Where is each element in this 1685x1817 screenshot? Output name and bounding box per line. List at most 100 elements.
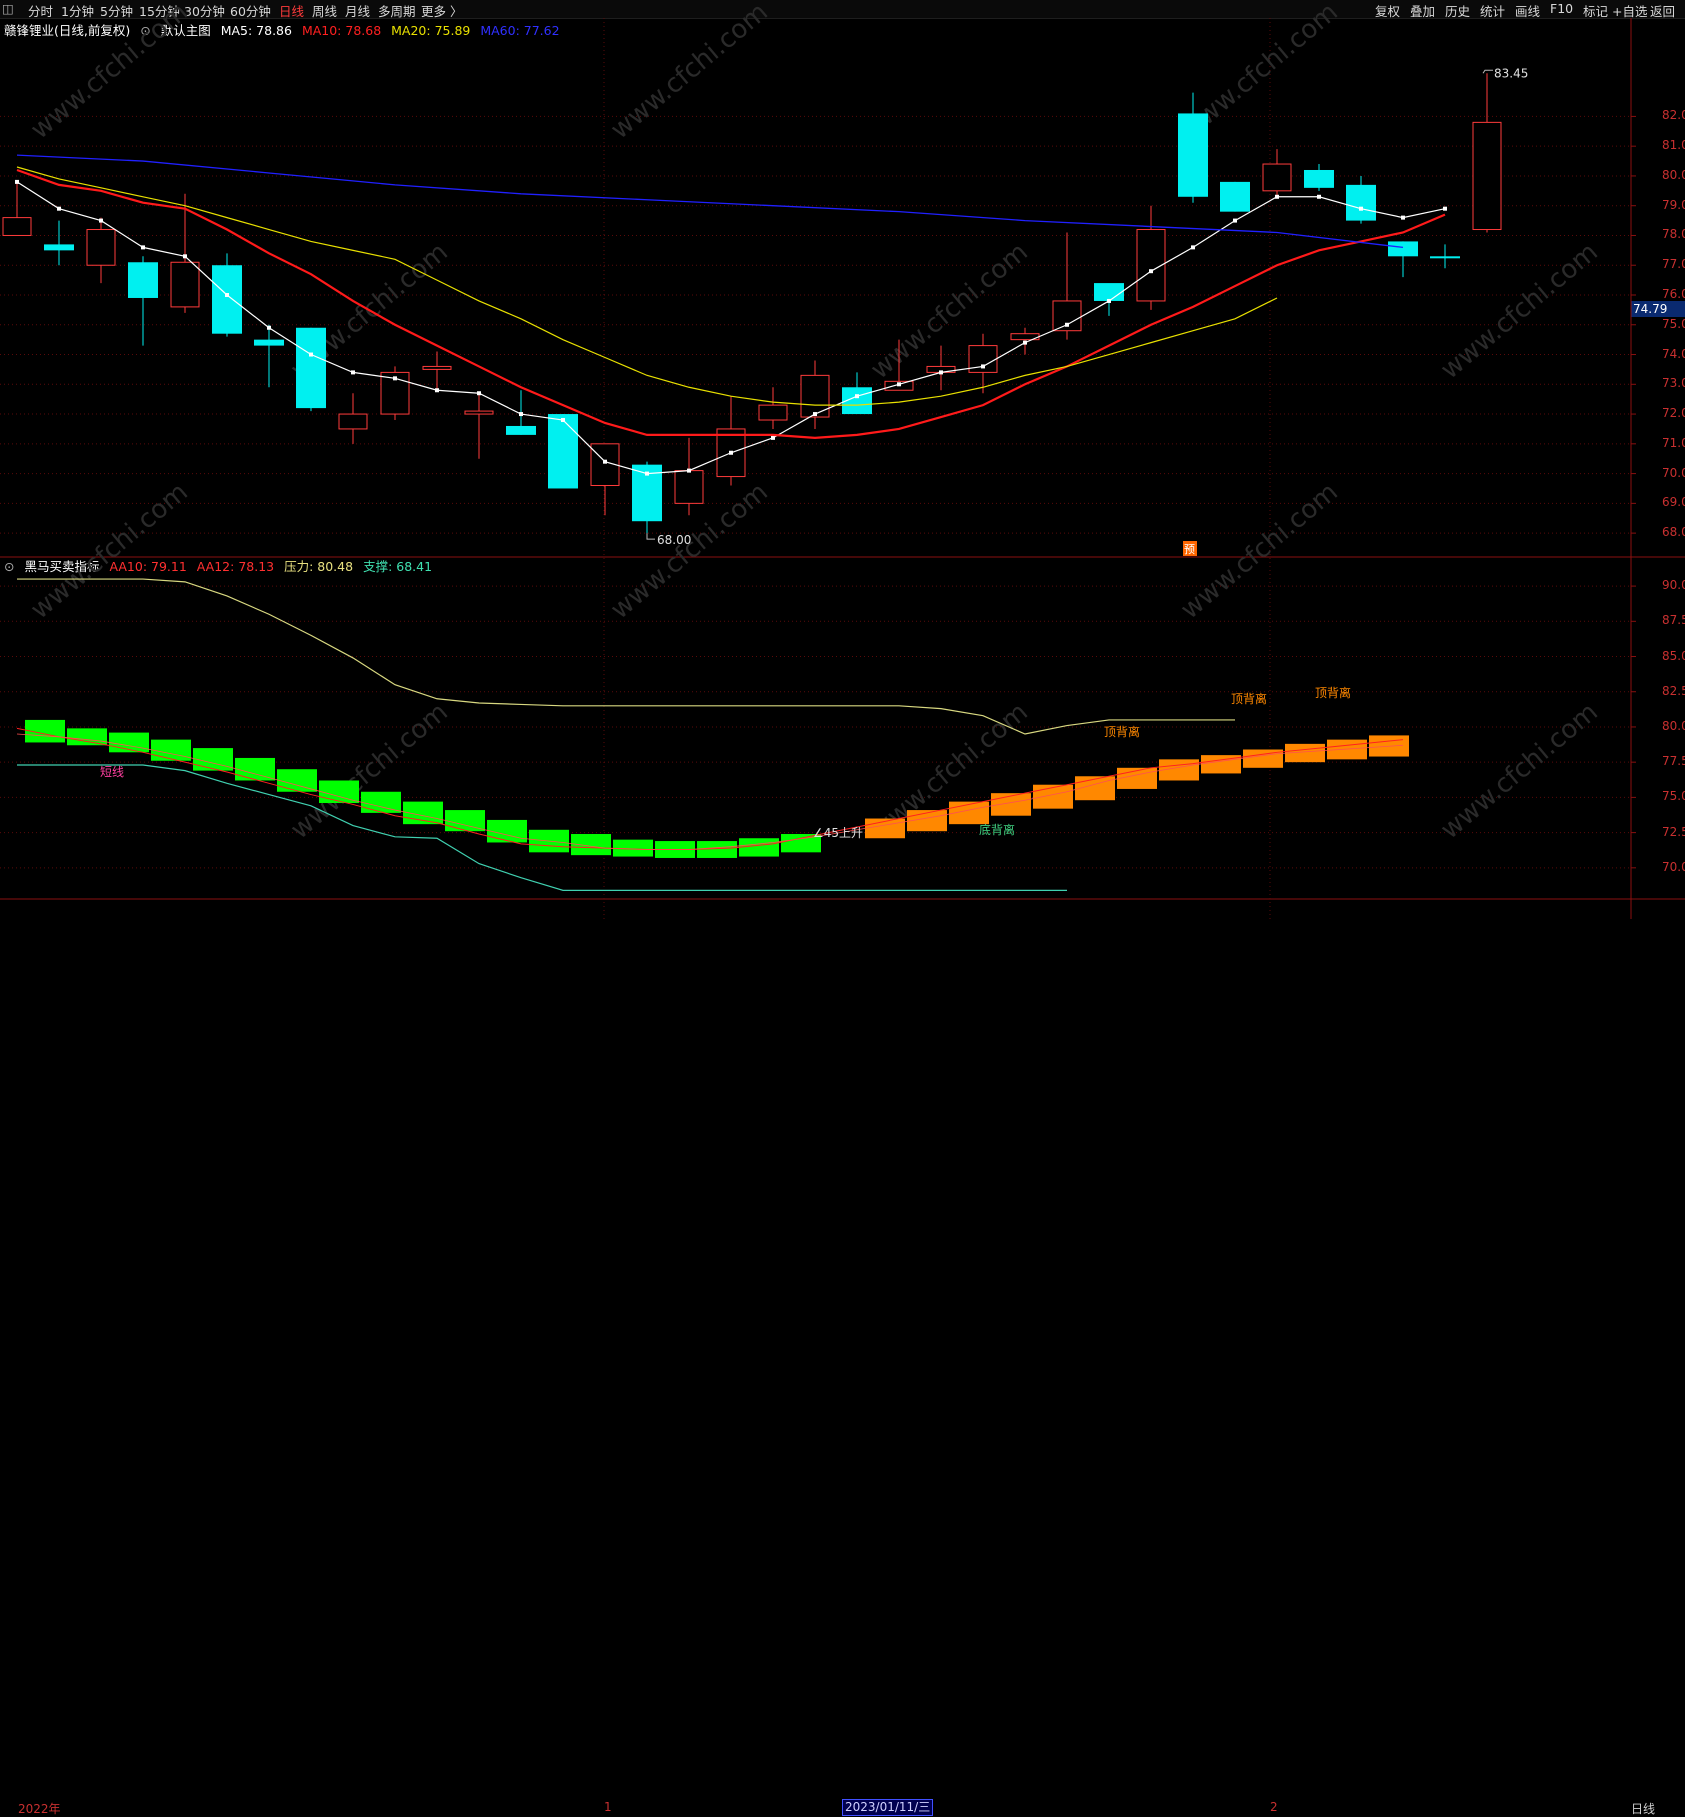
ma5-point [813,412,817,417]
ma5-point [897,382,901,387]
candle-body [338,413,368,430]
signal-bar [1327,739,1367,760]
watermark: www.cfchi.com [25,0,194,145]
candle-body [506,425,536,435]
ma5-point [393,376,397,381]
candle-body [1430,256,1460,259]
candle-body [674,470,704,504]
ma5-point [435,388,439,393]
forecast-marker-label: 预 [1184,543,1195,556]
ma5-point [1107,298,1111,303]
candle-body [254,339,284,346]
ma5-point [1149,269,1153,274]
ma5-point [1317,194,1321,199]
candle-body [1472,121,1502,231]
grid-lines [0,18,1685,919]
ma5-point [603,459,607,464]
high-label: 83.45 [1494,66,1528,80]
short-label: 短线 [100,765,124,779]
candle-body [1178,113,1208,197]
ma5-point [141,245,145,250]
divergence-label: 顶背离 [1315,685,1351,700]
aa10-line [16,727,1404,851]
kline-chart[interactable]: www.cfchi.com www.cfchi.com www.cfchi.com w… [0,0,1685,919]
watermark: www.cfchi.com [605,0,774,145]
candle-body [1346,184,1376,221]
signal-bar [277,769,317,792]
ma5-point [771,435,775,440]
ma5-point [15,179,19,184]
ma5-point [57,206,61,211]
ma5-point [267,325,271,330]
signal-bar [1033,784,1073,809]
signal-bar [319,780,359,804]
candle-body [296,327,326,409]
ma5-point [183,254,187,259]
signal-bar [235,757,275,781]
signal-bar [991,793,1031,816]
candle-body [44,244,74,251]
candle-body [1262,163,1292,192]
month-2-label: 2 [1270,1800,1278,1814]
rise-label: ∠45上升 [813,826,863,840]
candle-body [800,374,830,418]
ma5-point [1359,206,1363,211]
ma-line-ma20 [16,166,1278,406]
watermark: www.cfchi.com [865,237,1034,385]
ma5-point [477,391,481,396]
candle-body [170,261,200,308]
divergence-label: 顶背离 [1104,724,1140,739]
ma5-point [855,394,859,399]
candle-body [758,404,788,421]
ma5-point [1023,340,1027,345]
signal-bar [67,728,107,746]
high-pointer [1482,69,1493,74]
time-axis: 2022年 1 2023/01/11/三 2 日线 [0,899,1685,1816]
low-label: 68.00 [657,533,691,547]
low-pointer [646,533,655,540]
ma5-point [1275,194,1279,199]
ma5-point [729,450,733,455]
watermark: www.cfchi.com [1435,697,1604,845]
watermark: www.cfchi.com [1435,237,1604,385]
candle-body [86,229,116,266]
ma5-point [561,418,565,423]
ma5-point [687,468,691,473]
candle-body [1220,181,1250,212]
candles [2,73,1502,534]
candle-body [1388,241,1418,257]
candle-body [422,365,452,370]
candle-body [2,217,32,236]
signal-bar [193,748,233,771]
ma5-point [519,412,523,417]
ma5-point [225,293,229,297]
ma5-point [981,364,985,369]
signal-bar [487,819,527,843]
period-label[interactable]: 日线 [1631,1800,1655,1817]
indicator-chart [16,578,1409,891]
candle-body [1304,169,1334,188]
signal-bar [151,739,191,761]
ma5-point [645,471,649,476]
ma5-point [1065,322,1069,327]
candle-body [464,410,494,415]
ma5-point [939,370,943,375]
ma5-point [1401,215,1405,220]
candle-body [1094,283,1124,301]
watermark: www.cfchi.com [25,477,194,625]
ma5-point [351,370,355,375]
signal-bar [739,838,779,857]
ma5-point [1443,206,1447,211]
ma5-point [1191,245,1195,250]
cursor-date: 2023/01/11/三 [842,1799,934,1816]
divergence-label: 顶背离 [1231,691,1267,706]
ma5-point [99,218,103,223]
bottom-divergence-label: 底背离 [979,822,1015,837]
ma5-point [1233,218,1237,223]
month-1-label: 1 [604,1800,612,1814]
watermark: www.cfchi.com [1175,477,1344,625]
candle-body [212,265,242,334]
year-label: 2022年 [18,1802,61,1816]
ma5-point [309,352,313,357]
candle-body [128,262,158,298]
